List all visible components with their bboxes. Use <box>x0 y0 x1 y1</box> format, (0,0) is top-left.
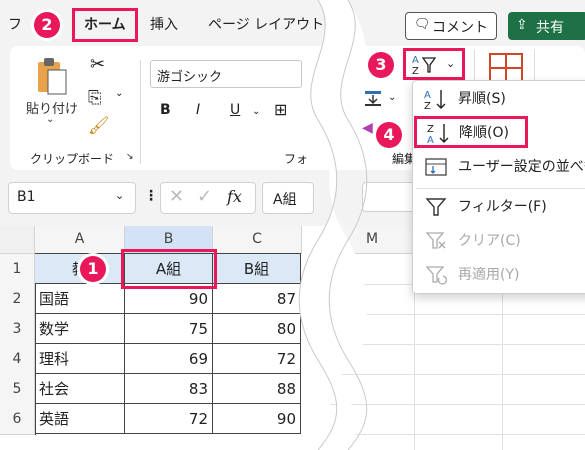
svg-text:A: A <box>424 90 431 101</box>
tab-file[interactable]: フ <box>8 14 22 34</box>
menu-item-label: クリア(C) <box>458 233 521 249</box>
formula-input-value: A組 <box>273 192 297 208</box>
copy-icon[interactable]: ⎘ <box>88 88 102 108</box>
row-header-2[interactable]: 2 <box>0 284 35 315</box>
font-name-box[interactable]: 游ゴシック <box>150 60 302 88</box>
column-header-a[interactable]: A <box>35 226 125 254</box>
share-label: 共有 <box>536 20 564 36</box>
copy-dropdown-icon[interactable]: ⌄ <box>115 88 123 99</box>
menu-item-custom-sort[interactable]: ユーザー設定の並べ替 <box>412 150 585 184</box>
cell-a-score[interactable]: 69 <box>125 344 213 374</box>
custom-sort-icon <box>425 158 447 176</box>
fill-dropdown-icon[interactable]: ⌄ <box>388 92 396 103</box>
sort-filter-icon[interactable]: AZ <box>412 53 438 77</box>
cell-b-score[interactable]: 90 <box>213 404 301 434</box>
screenshot-break-separator <box>298 0 368 450</box>
table-format-icon[interactable] <box>489 53 523 83</box>
gridline <box>330 404 585 405</box>
font-name-value: 游ゴシック <box>157 70 223 85</box>
share-icon: ⇪ <box>516 17 528 33</box>
svg-text:Z: Z <box>424 101 431 110</box>
column-header-c[interactable]: C <box>213 226 302 254</box>
sort-filter-dropdown-icon[interactable]: ⌄ <box>446 57 455 70</box>
gridline <box>330 314 585 315</box>
menu-item-reapply[interactable]: 再適用(Y) <box>412 258 585 292</box>
menu-separator <box>416 188 585 189</box>
cut-icon[interactable]: ✂ <box>90 54 105 75</box>
name-box-value: B1 <box>17 189 36 205</box>
tab-home[interactable]: ホーム <box>84 14 126 34</box>
menu-item-label: 再適用(Y) <box>458 267 520 283</box>
row-header-5[interactable]: 5 <box>0 374 35 405</box>
cell-subject[interactable]: 英語 <box>35 404 125 434</box>
bold-button[interactable]: B <box>160 102 171 118</box>
tab-insert[interactable]: 挿入 <box>150 14 178 34</box>
underline-dropdown-icon[interactable]: ⌄ <box>252 106 260 117</box>
comment-icon: 🗨 <box>414 17 431 32</box>
menu-item-sort-ascending[interactable]: AZ 昇順(S) <box>412 82 585 116</box>
row-header-3[interactable]: 3 <box>0 314 35 345</box>
reapply-icon <box>425 266 448 285</box>
menu-item-label: フィルター(F) <box>458 199 547 215</box>
formula-controls: ✕ ✓ fx <box>160 182 256 214</box>
menu-item-label: 降順(O) <box>459 125 509 141</box>
clipboard-group-label: クリップボード <box>30 152 115 166</box>
filter-icon <box>425 198 447 216</box>
name-box-dropdown-icon[interactable]: ⌄ <box>115 189 124 202</box>
sort-ascending-icon: AZ <box>424 90 446 110</box>
svg-text:A: A <box>412 55 419 66</box>
callout-badge-1: 1 <box>80 256 106 282</box>
gridline <box>330 434 585 435</box>
row-header-4[interactable]: 4 <box>0 344 35 375</box>
select-all-corner[interactable] <box>0 226 35 254</box>
menu-item-label: 昇順(S) <box>458 91 506 107</box>
row-header-6[interactable]: 6 <box>0 404 35 435</box>
comment-label: コメント <box>432 20 488 36</box>
cell-b-score[interactable]: 80 <box>213 314 301 344</box>
format-painter-icon[interactable]: 🖌 <box>88 116 110 136</box>
cell-a-score[interactable]: 72 <box>125 404 213 434</box>
share-button[interactable]: ⇪ 共有 <box>508 12 585 40</box>
paste-dropdown-icon[interactable]: ⌄ <box>46 114 54 125</box>
cell-a-score[interactable]: 75 <box>125 314 213 344</box>
callout-badge-4: 4 <box>376 122 402 148</box>
enter-icon[interactable]: ✓ <box>197 186 212 207</box>
menu-item-filter[interactable]: フィルター(F) <box>412 190 585 224</box>
svg-text:A: A <box>427 135 434 144</box>
cell-subject[interactable]: 国語 <box>35 284 125 314</box>
menu-item-clear[interactable]: クリア(C) <box>412 224 585 258</box>
cancel-icon[interactable]: ✕ <box>169 186 184 207</box>
cell-c1[interactable]: B組 <box>213 254 301 284</box>
cell-b-score[interactable]: 87 <box>213 284 301 314</box>
paste-icon <box>34 56 68 96</box>
menu-item-sort-descending[interactable]: ZA 降順(O) <box>414 116 528 148</box>
cell-subject[interactable]: 数学 <box>35 314 125 344</box>
sort-descending-icon: ZA <box>427 124 449 144</box>
borders-icon[interactable]: ⊞ <box>274 100 287 119</box>
svg-text:Z: Z <box>427 124 434 135</box>
insert-function-icon[interactable]: fx <box>227 187 242 206</box>
cell-b-score[interactable]: 88 <box>213 374 301 404</box>
row-header-1[interactable]: 1 <box>0 254 35 285</box>
cell-b-score[interactable]: 72 <box>213 344 301 374</box>
more-icon[interactable]: ⋮ <box>144 188 158 204</box>
gridline <box>330 344 585 345</box>
gridline <box>330 374 585 375</box>
svg-text:Z: Z <box>412 66 419 75</box>
cell-subject[interactable]: 理科 <box>35 344 125 374</box>
cell-a-score[interactable]: 83 <box>125 374 213 404</box>
clipboard-launcher-icon[interactable]: ↘ <box>126 152 134 162</box>
underline-button[interactable]: U <box>230 102 240 118</box>
callout-badge-3: 3 <box>368 52 394 78</box>
cell-subject[interactable]: 社会 <box>35 374 125 404</box>
group-divider <box>140 60 141 164</box>
b1-highlight <box>121 249 217 289</box>
callout-badge-2: 2 <box>34 12 60 38</box>
menu-item-label: ユーザー設定の並べ替 <box>458 159 585 175</box>
italic-button[interactable]: I <box>196 102 200 118</box>
name-box[interactable]: B1 ⌄ <box>8 182 136 214</box>
clear-filter-icon <box>425 232 446 249</box>
comment-button[interactable]: 🗨 コメント <box>405 12 497 40</box>
